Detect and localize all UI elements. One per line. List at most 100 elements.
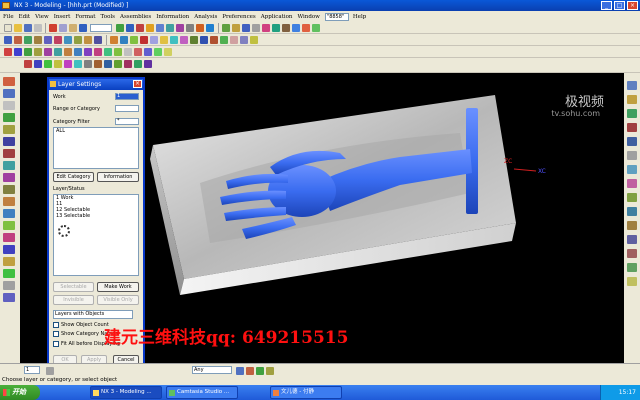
sweep-icon[interactable] — [146, 24, 154, 32]
patch-icon[interactable] — [250, 36, 258, 44]
type-filter-combo[interactable]: Any — [192, 366, 232, 374]
dimension-icon[interactable] — [3, 89, 15, 98]
join-icon[interactable] — [114, 48, 122, 56]
taskbar-item-chat[interactable]: 文儿德 - 付静 — [270, 386, 342, 399]
range-or-category-field[interactable] — [115, 105, 139, 112]
deviation-icon[interactable] — [3, 209, 15, 218]
menu-preferences[interactable]: Preferences — [222, 14, 255, 20]
draft-icon[interactable] — [170, 36, 178, 44]
circle-icon[interactable] — [34, 48, 42, 56]
hidden-line-icon[interactable] — [104, 60, 112, 68]
invisible-button[interactable]: Invisible — [53, 295, 94, 305]
polygon-icon[interactable] — [64, 48, 72, 56]
zoom-window-icon[interactable] — [34, 60, 42, 68]
line-icon[interactable] — [14, 48, 22, 56]
front-view-icon[interactable] — [54, 60, 62, 68]
layer-combo[interactable]: 1 — [24, 366, 40, 374]
spline-icon[interactable] — [44, 48, 52, 56]
measure-angle-icon[interactable] — [3, 173, 15, 182]
work-layer-field[interactable]: 1 — [115, 93, 139, 100]
mass-props-icon[interactable] — [3, 185, 15, 194]
sew-icon[interactable] — [240, 36, 248, 44]
selection-combo[interactable] — [90, 24, 112, 32]
open-folder-icon[interactable] — [14, 24, 22, 32]
trimetric-icon[interactable] — [84, 60, 92, 68]
thicken-icon[interactable] — [230, 36, 238, 44]
sketch-icon[interactable] — [116, 24, 124, 32]
category-list[interactable]: ALL — [53, 127, 139, 169]
menu-help[interactable]: Help — [353, 14, 366, 20]
menu-format[interactable]: Format — [75, 14, 95, 20]
point-icon[interactable] — [4, 48, 12, 56]
layers-filter-select[interactable]: Layers with Objects — [53, 310, 133, 319]
trim-icon[interactable] — [180, 36, 188, 44]
top-view-icon[interactable] — [44, 60, 52, 68]
taskbar-item-camtasia[interactable]: Camtasia Studio ... — [166, 386, 238, 399]
cone-icon[interactable] — [24, 36, 32, 44]
constraint-icon[interactable] — [3, 113, 15, 122]
helix-icon[interactable] — [84, 48, 92, 56]
maximize-button[interactable]: □ — [614, 1, 625, 10]
curve-icon[interactable] — [292, 24, 300, 32]
manufacturing-icon[interactable] — [627, 235, 637, 244]
block-icon[interactable] — [4, 36, 12, 44]
menu-assemblies[interactable]: Assemblies — [120, 14, 151, 20]
measure-distance-icon[interactable] — [3, 161, 15, 170]
layer-icon[interactable] — [222, 24, 230, 32]
motion-icon[interactable] — [627, 263, 637, 272]
menu-analysis[interactable]: Analysis — [194, 14, 217, 20]
feature-icon[interactable] — [302, 24, 310, 32]
close-button[interactable]: × — [627, 1, 638, 10]
datum-csys-icon[interactable] — [3, 149, 15, 158]
paste-icon[interactable] — [69, 24, 77, 32]
reuse-library-icon[interactable] — [627, 137, 637, 146]
ellipse-icon[interactable] — [74, 48, 82, 56]
examine-icon[interactable] — [3, 281, 15, 290]
make-work-button[interactable]: Make Work — [97, 282, 139, 292]
minimize-button[interactable]: _ — [601, 1, 612, 10]
blend-icon[interactable] — [140, 36, 148, 44]
taskbar-item-nx[interactable]: NX 3 - Modeling ... — [90, 386, 162, 399]
face-analysis-icon[interactable] — [114, 60, 122, 68]
save-icon[interactable] — [24, 24, 32, 32]
dialog-close-button[interactable]: × — [133, 80, 142, 88]
chamfer-icon[interactable] — [150, 36, 158, 44]
draft-analysis-icon[interactable] — [3, 269, 15, 278]
selection-tool-icon[interactable] — [3, 77, 15, 86]
start-button[interactable]: 开始 — [0, 385, 40, 400]
datum-plane-icon[interactable] — [3, 125, 15, 134]
web-browser-icon[interactable] — [627, 151, 637, 160]
studio-surface-icon[interactable] — [164, 48, 172, 56]
analysis-icon[interactable] — [242, 24, 250, 32]
clock[interactable]: 15:17 — [619, 389, 636, 396]
through-curves-icon[interactable] — [134, 48, 142, 56]
slope-icon[interactable] — [3, 233, 15, 242]
command-finder-combo[interactable]: "8858" — [324, 12, 349, 21]
unite-icon[interactable] — [110, 36, 118, 44]
groove-icon[interactable] — [94, 36, 102, 44]
boss-icon[interactable] — [54, 36, 62, 44]
rectangle-icon[interactable] — [54, 48, 62, 56]
category-filter-field[interactable]: * — [115, 118, 139, 125]
section-icon[interactable] — [262, 24, 270, 32]
render-icon[interactable] — [94, 60, 102, 68]
menu-edit[interactable]: Edit — [19, 14, 31, 20]
roles-icon[interactable] — [627, 165, 637, 174]
edit-category-button[interactable]: Edit Category — [53, 172, 94, 182]
mesh-icon[interactable] — [144, 48, 152, 56]
cylinder-icon[interactable] — [14, 36, 22, 44]
pocket-icon[interactable] — [64, 36, 72, 44]
snap-end-icon[interactable] — [256, 367, 264, 375]
radius-icon[interactable] — [3, 245, 15, 254]
selectable-button[interactable]: Selectable — [53, 282, 94, 292]
print-icon[interactable] — [34, 24, 42, 32]
part-nav-icon[interactable] — [627, 109, 637, 118]
visualization-icon[interactable] — [627, 207, 637, 216]
right-view-icon[interactable] — [64, 60, 72, 68]
sphere-icon[interactable] — [34, 36, 42, 44]
pan-icon[interactable] — [186, 24, 194, 32]
gap-icon[interactable] — [3, 257, 15, 266]
offset-icon[interactable] — [220, 36, 228, 44]
project-icon[interactable] — [94, 48, 102, 56]
selection-scope-icon[interactable] — [246, 367, 254, 375]
